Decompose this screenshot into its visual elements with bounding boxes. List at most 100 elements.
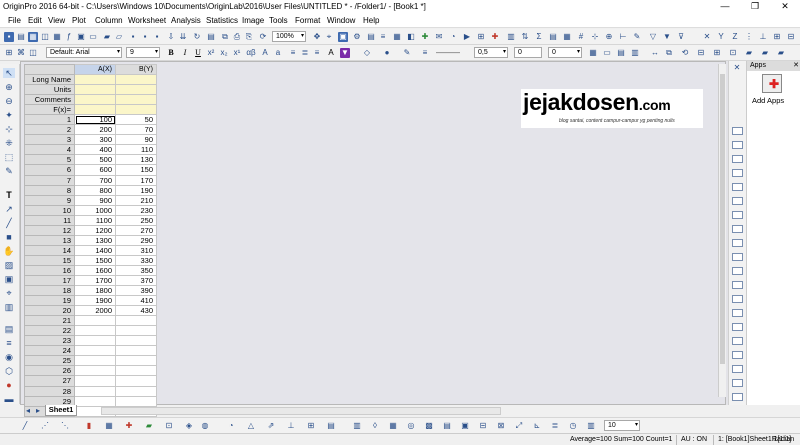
cell-a[interactable]: 1400 xyxy=(74,244,116,256)
grid-line-icon[interactable]: ▦ xyxy=(588,48,598,58)
increase-font-icon[interactable]: A xyxy=(260,48,270,58)
font-name-select[interactable]: Default: Arial ▾ xyxy=(46,47,122,58)
pan-icon[interactable]: ✥ xyxy=(312,32,322,42)
import-wizard-icon[interactable]: ⇊ xyxy=(178,32,188,42)
cell-b[interactable] xyxy=(115,315,157,327)
polar-plot-icon[interactable]: ◔ xyxy=(226,421,236,431)
new-function-icon[interactable]: ƒ xyxy=(64,32,74,42)
quick-tool-10-icon[interactable] xyxy=(732,253,743,261)
align-center-icon[interactable]: ≣ xyxy=(300,48,310,58)
cell-b[interactable] xyxy=(115,345,157,357)
quick-tool-11-icon[interactable] xyxy=(732,267,743,275)
meta-cell[interactable] xyxy=(115,104,157,116)
recalculate-icon[interactable]: ↻ xyxy=(192,32,202,42)
quick-tool-8-icon[interactable] xyxy=(732,225,743,233)
cell-format-icon[interactable]: ▤ xyxy=(616,48,626,58)
mask-tool-icon[interactable]: ▣ xyxy=(3,274,15,284)
box-chart-icon[interactable]: ⊡ xyxy=(164,421,174,431)
3d-plot-icon[interactable]: ◈ xyxy=(184,421,194,431)
cell-b[interactable]: 210 xyxy=(115,194,157,206)
cell-b[interactable]: 190 xyxy=(115,184,157,196)
sort-icon[interactable]: ⇅ xyxy=(520,32,530,42)
polygon-tool-icon[interactable]: ⬡ xyxy=(3,366,15,376)
layer-icon[interactable]: ◫ xyxy=(28,48,38,58)
row-header[interactable]: 1 xyxy=(24,114,75,126)
quick-tool-15-icon[interactable] xyxy=(732,323,743,331)
axes-icon[interactable]: ⊾ xyxy=(532,421,542,431)
cell-a[interactable]: 800 xyxy=(74,184,116,196)
quick-tool-17-icon[interactable] xyxy=(732,351,743,359)
screen-reader-tool-icon[interactable]: ✦ xyxy=(3,110,15,120)
row-header[interactable]: 13 xyxy=(24,234,75,246)
cell-a[interactable]: 2000 xyxy=(74,305,116,317)
new-folder-icon[interactable]: ▤ xyxy=(16,32,26,42)
menu-format[interactable]: Format xyxy=(295,16,320,25)
message-log-icon[interactable]: ✉ xyxy=(434,32,444,42)
fill-color-icon[interactable]: ▼ xyxy=(340,48,350,58)
front-icon[interactable]: ⧉ xyxy=(664,48,674,58)
stock-plot-icon[interactable]: ⊥ xyxy=(286,421,296,431)
row-header[interactable]: 16 xyxy=(24,264,75,276)
new-project-icon[interactable]: ▪ xyxy=(4,32,14,42)
picker-tool-icon[interactable]: ⌖ xyxy=(3,288,15,298)
cell-a[interactable]: 1000 xyxy=(74,204,116,216)
tab-prev-icon[interactable]: ◂ xyxy=(23,406,33,416)
meta-cell[interactable] xyxy=(115,74,157,86)
arrange-icon[interactable]: ↔ xyxy=(650,48,660,58)
batch-plot-icon[interactable]: ▤ xyxy=(206,32,216,42)
subscript-icon[interactable]: x₂ xyxy=(219,48,229,58)
row-header[interactable]: 8 xyxy=(24,184,75,196)
cell-a[interactable]: 100 xyxy=(74,114,116,126)
decrease-font-icon[interactable]: a xyxy=(273,48,283,58)
new-notes-icon[interactable]: ▭ xyxy=(88,32,98,42)
object-manager-icon[interactable]: ◧ xyxy=(406,32,416,42)
cell-a[interactable]: 1900 xyxy=(74,295,116,307)
cell-b[interactable]: 250 xyxy=(115,214,157,226)
scatter-plot-icon[interactable]: ⋰ xyxy=(40,421,50,431)
rotate-icon[interactable]: ⟲ xyxy=(680,48,690,58)
draw-data-tool-icon[interactable]: ✎ xyxy=(3,166,15,176)
meta-cell[interactable] xyxy=(74,84,116,96)
add-apps-icon[interactable]: ✚ xyxy=(762,74,782,93)
cell-b[interactable]: 270 xyxy=(115,224,157,236)
unmask-icon[interactable]: ▼ xyxy=(662,32,672,42)
results-log-icon[interactable]: ▤ xyxy=(366,32,376,42)
layer-tool-icon[interactable]: ▥ xyxy=(3,302,15,312)
underline-button[interactable]: U xyxy=(193,48,203,58)
cell-a[interactable]: 1300 xyxy=(74,234,116,246)
project-explorer-icon[interactable]: ▦ xyxy=(392,32,402,42)
pen-icon[interactable]: ✎ xyxy=(402,48,412,58)
arrow-tool-icon[interactable]: ↗ xyxy=(3,204,15,214)
quick-tool-3-icon[interactable] xyxy=(732,155,743,163)
row-header[interactable]: 24 xyxy=(24,345,75,357)
line-style-icon[interactable]: ≡ xyxy=(420,48,430,58)
cell-b[interactable]: 410 xyxy=(115,295,157,307)
greek-icon[interactable]: αβ xyxy=(246,48,256,58)
row-header[interactable]: 23 xyxy=(24,335,75,347)
distribute-icon[interactable]: ⊞ xyxy=(712,48,722,58)
cell-b[interactable] xyxy=(115,385,157,397)
bold-button[interactable]: B xyxy=(166,48,176,58)
bubble-icon[interactable]: ◎ xyxy=(406,421,416,431)
data-cursor-icon[interactable]: ⁜ xyxy=(3,138,15,148)
worksheet-query-icon[interactable]: ⊞ xyxy=(476,32,486,42)
error-bar-icon[interactable]: ⊥ xyxy=(758,32,768,42)
notes-tool-icon[interactable]: ≡ xyxy=(3,338,15,348)
maximize-button[interactable]: ❐ xyxy=(740,1,770,12)
cell-b[interactable]: 50 xyxy=(115,114,157,126)
menu-plot[interactable]: Plot xyxy=(72,16,86,25)
group-objects-icon[interactable]: ⊡ xyxy=(728,48,738,58)
supsubscript-icon[interactable]: x¹ xyxy=(232,48,242,58)
line-symbol-plot-icon[interactable]: ⋱ xyxy=(60,421,70,431)
column-plot-icon[interactable]: ▮ xyxy=(84,421,94,431)
align-left-icon[interactable]: ≡ xyxy=(288,48,298,58)
row-header[interactable]: 21 xyxy=(24,315,75,327)
save-window-icon[interactable]: ▪ xyxy=(140,32,150,42)
grid-corner[interactable] xyxy=(24,63,75,76)
menu-column[interactable]: Column xyxy=(95,16,123,25)
add-apps-label[interactable]: Add Apps xyxy=(752,96,784,105)
panel-close-icon[interactable]: ✕ xyxy=(732,63,742,73)
menu-edit[interactable]: Edit xyxy=(28,16,42,25)
row-header[interactable]: 26 xyxy=(24,365,75,377)
cell-a[interactable] xyxy=(74,345,116,357)
